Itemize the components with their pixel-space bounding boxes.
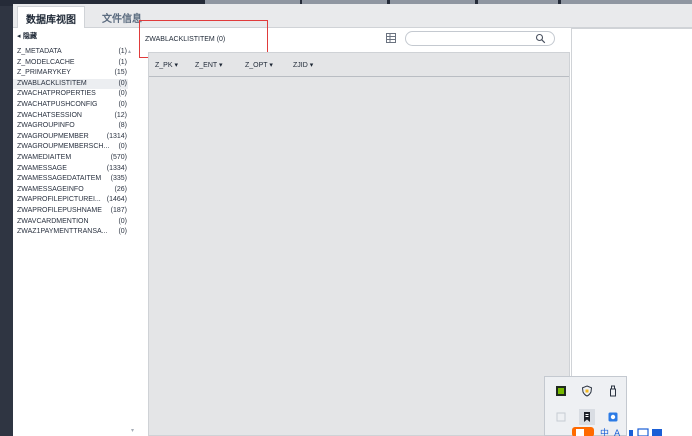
table-row-count: (1) — [118, 58, 127, 66]
table-list: Z_METADATA (1) Z_MODELCACHE (1) Z_PRIMARYKEY… — [13, 47, 128, 238]
table-name: ZWAGROUPMEMBER — [17, 132, 89, 140]
taskbar-tray-strip: 中 A — [572, 427, 662, 436]
table-name: ZWAZ1PAYMENTTRANSA... — [17, 228, 108, 236]
table-name: ZWAMESSAGEINFO — [17, 185, 84, 193]
table-name: ZWAMESSAGEDATAITEM — [17, 175, 102, 183]
table-list-item[interactable]: ZWABLACKLISTITEM (0) — [13, 78, 128, 90]
table-list-item[interactable]: Z_PRIMARYKEY (15) — [13, 68, 128, 79]
table-list-item[interactable]: ZWAVCARDMENTION (0) — [13, 217, 128, 228]
view-tabbar: 数据库视图 文件信息 — [13, 4, 692, 28]
bookmark-app-icon[interactable] — [579, 409, 595, 425]
table-list-item[interactable]: ZWAGROUPMEMBERSCH... (0) — [13, 142, 128, 153]
table-name: ZWACHATPROPERTIES — [17, 90, 96, 98]
table-name: ZWAGROUPINFO — [17, 122, 75, 130]
table-title: ZWABLACKLISTITEM (0) — [145, 36, 226, 43]
table-list-item[interactable]: ZWACHATPROPERTIES (0) — [13, 89, 128, 100]
table-row-count: (335) — [110, 175, 127, 183]
svg-text:A: A — [614, 429, 621, 436]
nvidia-icon[interactable] — [553, 383, 569, 399]
table-list-item[interactable]: ZWAPROFILEPICTUREI... (1464) — [13, 195, 128, 206]
table-list-panel: ◂ 隐藏 Z_METADATA (1) Z_MODELCACHE (1) Z_PRIMA… — [13, 28, 131, 436]
table-row-count: (0) — [118, 100, 127, 108]
table-row-count: (0) — [118, 217, 127, 225]
table-name: ZWAPROFILEPUSHNAME — [17, 206, 102, 214]
svg-text:中: 中 — [600, 427, 609, 436]
table-row-count: (187) — [110, 206, 127, 214]
table-row-count: (0) — [118, 90, 127, 98]
table-row-count: (15) — [114, 69, 127, 77]
table-name: ZWAVCARDMENTION — [17, 217, 89, 225]
table-list-item[interactable]: ZWAPROFILEPUSHNAME (187) — [13, 206, 128, 217]
table-name: ZWACHATPUSHCONFIG — [17, 100, 98, 108]
table-row-count: (1334) — [106, 164, 127, 172]
table-row-count: (0) — [118, 228, 127, 236]
table-row-count: (8) — [118, 122, 127, 130]
scroll-up-arrow-icon[interactable]: ▴ — [128, 48, 131, 55]
table-row-count: (26) — [114, 185, 127, 193]
hide-panel-toggle[interactable]: ◂ 隐藏 — [17, 31, 37, 41]
table-name: Z_METADATA — [17, 48, 62, 55]
table-row-count: (12) — [114, 111, 127, 119]
table-name: ZWACHATSESSION — [17, 111, 82, 119]
table-row-count: (1314) — [106, 132, 127, 140]
search-icon[interactable] — [535, 33, 546, 44]
column-filter-icon[interactable] — [385, 32, 397, 44]
table-list-item[interactable]: ZWAGROUPMEMBER (1314) — [13, 132, 128, 143]
table-name: ZWAMESSAGE — [17, 164, 67, 172]
table-view-header: ZWABLACKLISTITEM (0) — [139, 20, 570, 58]
table-name: ZWABLACKLISTITEM — [17, 79, 87, 87]
table-row-count: (0) — [118, 79, 127, 87]
detail-panel-body — [572, 28, 692, 436]
table-row-count: (1) — [118, 48, 127, 55]
grid-header-row: Z_PK ▾ Z_ENT ▾ Z_OPT ▾ ZJID ▾ — [149, 53, 569, 77]
table-list-item[interactable]: Z_METADATA (1) — [13, 47, 128, 58]
table-row-count: (1464) — [106, 196, 127, 204]
table-list-item[interactable]: ZWAMESSAGEINFO (26) — [13, 185, 128, 196]
table-list-item[interactable]: ZWAMESSAGE (1334) — [13, 164, 128, 175]
column-header-z-ent[interactable]: Z_ENT ▾ — [195, 61, 223, 69]
tab-database-view[interactable]: 数据库视图 — [17, 6, 85, 28]
security-shield-icon[interactable] — [579, 383, 595, 399]
screenshot-app-icon[interactable] — [605, 409, 621, 425]
table-list-item[interactable]: ZWAMESSAGEDATAITEM (335) — [13, 174, 128, 185]
table-view-panel: ZWABLACKLISTITEM (0) Z_PK ▾ Z_ENT ▾ Z_OP… — [139, 20, 570, 436]
column-header-z-pk[interactable]: Z_PK ▾ — [155, 61, 178, 69]
blank-app-icon[interactable] — [553, 409, 569, 425]
column-header-zjid[interactable]: ZJID ▾ — [293, 61, 313, 69]
table-name: Z_PRIMARYKEY — [17, 69, 71, 77]
table-name: ZWAMEDIAITEM — [17, 153, 72, 161]
table-row-count: (570) — [110, 153, 127, 161]
table-list-item[interactable]: ZWAMEDIAITEM (570) — [13, 153, 128, 164]
table-name: ZWAGROUPMEMBERSCH... — [17, 143, 110, 151]
scroll-down-arrow-icon[interactable]: ▾ — [131, 427, 134, 434]
data-grid: Z_PK ▾ Z_ENT ▾ Z_OPT ▾ ZJID ▾ — [148, 52, 570, 436]
table-row-count: (0) — [118, 143, 127, 151]
detail-panel — [571, 28, 692, 436]
table-list-item[interactable]: ZWACHATSESSION (12) — [13, 111, 128, 122]
usb-drive-icon[interactable] — [605, 383, 621, 399]
app-window: 数据库视图 文件信息 ◂ 隐藏 Z_METADATA (1) Z_MODELCACH… — [13, 4, 692, 436]
column-header-z-opt[interactable]: Z_OPT ▾ — [245, 61, 273, 69]
table-list-item[interactable]: ZWAGROUPINFO (8) — [13, 121, 128, 132]
table-name: ZWAPROFILEPICTUREI... — [17, 196, 101, 204]
table-name: Z_MODELCACHE — [17, 58, 75, 66]
table-list-item[interactable]: Z_MODELCACHE (1) — [13, 58, 128, 69]
table-list-item[interactable]: ZWAZ1PAYMENTTRANSA... (0) — [13, 227, 128, 238]
table-list-item[interactable]: ZWACHATPUSHCONFIG (0) — [13, 100, 128, 111]
search-input[interactable] — [405, 31, 555, 46]
